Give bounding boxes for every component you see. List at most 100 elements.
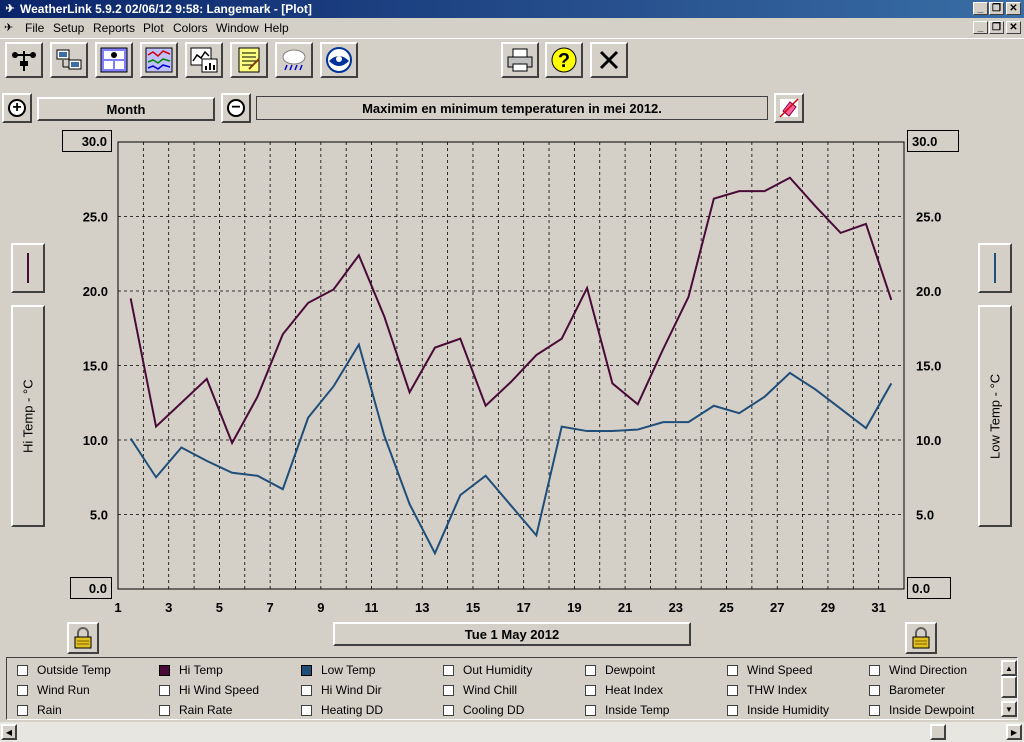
legend-item-outside-temp[interactable]: Outside Temp	[17, 663, 111, 677]
x-tick-label: 29	[821, 600, 835, 615]
legend-label: Wind Chill	[463, 683, 518, 697]
x-tick-label: 5	[216, 600, 223, 615]
horizontal-scroll-thumb[interactable]	[930, 724, 946, 740]
x-tick-label: 23	[669, 600, 683, 615]
series-legend: Outside Temp Hi Temp Low Temp Out Humidity D…	[6, 657, 1018, 720]
right-y-tick-label: 20.0	[916, 284, 941, 299]
legend-label: Out Humidity	[463, 663, 533, 677]
legend-checkbox[interactable]	[869, 664, 880, 676]
legend-item-heat-index[interactable]: Heat Index	[585, 683, 663, 697]
legend-label: Heat Index	[605, 683, 664, 697]
legend-item-inside-humidity[interactable]: Inside Humidity	[727, 703, 829, 717]
legend-checkbox[interactable]	[869, 704, 880, 716]
legend-label: Outside Temp	[37, 663, 111, 677]
legend-checkbox[interactable]	[727, 684, 738, 696]
legend-item-wind-run[interactable]: Wind Run	[17, 683, 90, 697]
legend-item-hi-wind-dir[interactable]: Hi Wind Dir	[301, 683, 382, 697]
scroll-up-arrow[interactable]: ▲	[1001, 660, 1017, 676]
x-tick-label: 13	[415, 600, 429, 615]
legend-label: Barometer	[889, 683, 946, 697]
cursor-date: Tue 1 May 2012	[333, 622, 691, 646]
legend-checkbox[interactable]	[301, 684, 312, 696]
legend-label: THW Index	[747, 683, 808, 697]
legend-item-low-temp[interactable]: Low Temp	[301, 663, 375, 677]
legend-label: Low Temp	[321, 663, 376, 677]
left-y-tick-label: 5.0	[90, 508, 108, 523]
legend-checkbox[interactable]	[17, 704, 28, 716]
legend-checkbox[interactable]	[159, 684, 170, 696]
legend-label: Rain	[37, 703, 62, 717]
scroll-down-arrow[interactable]: ▼	[1001, 701, 1017, 717]
left-y-tick-label: 20.0	[83, 284, 108, 299]
legend-label: Hi Temp	[179, 663, 223, 677]
x-tick-label: 9	[317, 600, 324, 615]
legend-label: Wind Direction	[889, 663, 968, 677]
legend-label: Cooling DD	[463, 703, 525, 717]
left-y-tick-label: 10.0	[83, 433, 108, 448]
x-tick-label: 3	[165, 600, 172, 615]
legend-item-barometer[interactable]: Barometer	[869, 683, 945, 697]
legend-label: Dewpoint	[605, 663, 656, 677]
legend-item-wind-direction[interactable]: Wind Direction	[869, 663, 967, 677]
x-tick-label: 21	[618, 600, 632, 615]
left-axis-lock-button[interactable]	[67, 622, 99, 654]
legend-item-hi-temp[interactable]: Hi Temp	[159, 663, 223, 677]
left-y-tick-label: 25.0	[83, 210, 108, 225]
legend-checkbox[interactable]	[727, 704, 738, 716]
legend-checkbox[interactable]	[17, 664, 28, 676]
legend-item-thw-index[interactable]: THW Index	[727, 683, 807, 697]
legend-checkbox[interactable]	[301, 704, 312, 716]
legend-checkbox[interactable]	[443, 664, 454, 676]
lock-icon	[74, 627, 92, 649]
legend-checkbox[interactable]	[869, 684, 880, 696]
legend-checkbox[interactable]	[585, 664, 596, 676]
legend-checkbox[interactable]	[159, 664, 170, 676]
legend-item-wind-speed[interactable]: Wind Speed	[727, 663, 812, 677]
x-tick-label: 19	[567, 600, 581, 615]
legend-label: Wind Run	[37, 683, 90, 697]
legend-label: Inside Temp	[605, 703, 670, 717]
x-tick-label: 31	[871, 600, 885, 615]
legend-checkbox[interactable]	[301, 664, 312, 676]
legend-item-rain[interactable]: Rain	[17, 703, 62, 717]
legend-label: Heating DD	[321, 703, 384, 717]
legend-item-hi-wind-speed[interactable]: Hi Wind Speed	[159, 683, 259, 697]
legend-label: Hi Wind Speed	[179, 683, 260, 697]
legend-item-inside-dewpoint[interactable]: Inside Dewpoint	[869, 703, 974, 717]
legend-label: Inside Humidity	[747, 703, 830, 717]
legend-scroll-thumb[interactable]	[1001, 676, 1017, 698]
right-y-tick-label: 10.0	[916, 433, 941, 448]
x-tick-label: 25	[719, 600, 733, 615]
legend-item-wind-chill[interactable]: Wind Chill	[443, 683, 517, 697]
legend-checkbox[interactable]	[443, 704, 454, 716]
right-axis-lock-button[interactable]	[905, 622, 937, 654]
x-tick-label: 17	[516, 600, 530, 615]
legend-checkbox[interactable]	[17, 684, 28, 696]
legend-checkbox[interactable]	[585, 704, 596, 716]
legend-item-cooling-dd[interactable]: Cooling DD	[443, 703, 524, 717]
legend-item-dewpoint[interactable]: Dewpoint	[585, 663, 655, 677]
x-tick-label: 15	[466, 600, 480, 615]
legend-label: Hi Wind Dir	[321, 683, 382, 697]
legend-scrollbar[interactable]: ▲ ▼	[1001, 660, 1017, 717]
legend-item-out-humidity[interactable]: Out Humidity	[443, 663, 532, 677]
legend-checkbox[interactable]	[727, 664, 738, 676]
left-y-tick-label: 15.0	[83, 359, 108, 374]
lock-icon	[912, 627, 930, 649]
legend-checkbox[interactable]	[443, 684, 454, 696]
temperature-chart[interactable]: 5.0 5.0 10.0 10.0 15.0 15.0 20.0 20.0 25.0 25.0 1…	[0, 0, 1024, 660]
x-tick-label: 7	[267, 600, 274, 615]
legend-item-heating-dd[interactable]: Heating DD	[301, 703, 383, 717]
scroll-right-arrow[interactable]: ▶	[1006, 724, 1022, 740]
right-y-tick-label: 25.0	[916, 210, 941, 225]
legend-item-rain-rate[interactable]: Rain Rate	[159, 703, 232, 717]
legend-checkbox[interactable]	[159, 704, 170, 716]
legend-item-inside-temp[interactable]: Inside Temp	[585, 703, 669, 717]
right-y-tick-label: 15.0	[916, 359, 941, 374]
scroll-left-arrow[interactable]: ◀	[1, 724, 17, 740]
legend-label: Rain Rate	[179, 703, 233, 717]
x-tick-label: 27	[770, 600, 784, 615]
legend-checkbox[interactable]	[585, 684, 596, 696]
horizontal-scrollbar[interactable]: ◀ ▶	[0, 722, 1024, 742]
legend-label: Wind Speed	[747, 663, 813, 677]
